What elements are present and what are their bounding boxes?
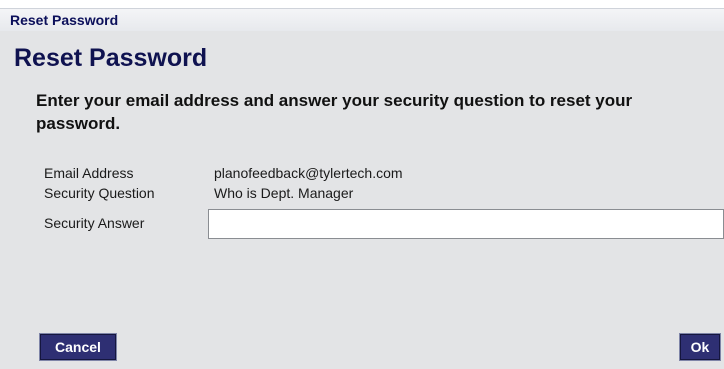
security-answer-input[interactable] (208, 209, 724, 239)
cancel-button[interactable]: Cancel (40, 334, 116, 360)
dialog-titlebar: Reset Password (0, 8, 724, 32)
instructions-text: Enter your email address and answer your… (36, 91, 633, 133)
ok-button[interactable]: Ok (680, 334, 720, 360)
security-answer-label: Security Answer (44, 215, 145, 231)
reset-password-dialog: Reset Password Enter your email address … (0, 31, 724, 369)
security-question-value: Who is Dept. Manager (214, 185, 354, 201)
security-question-label: Security Question (44, 185, 155, 201)
page-title: Reset Password (14, 44, 208, 72)
email-label: Email Address (44, 165, 134, 181)
dialog-title: Reset Password (10, 12, 119, 28)
email-value: planofeedback@tylertech.com (214, 165, 403, 181)
